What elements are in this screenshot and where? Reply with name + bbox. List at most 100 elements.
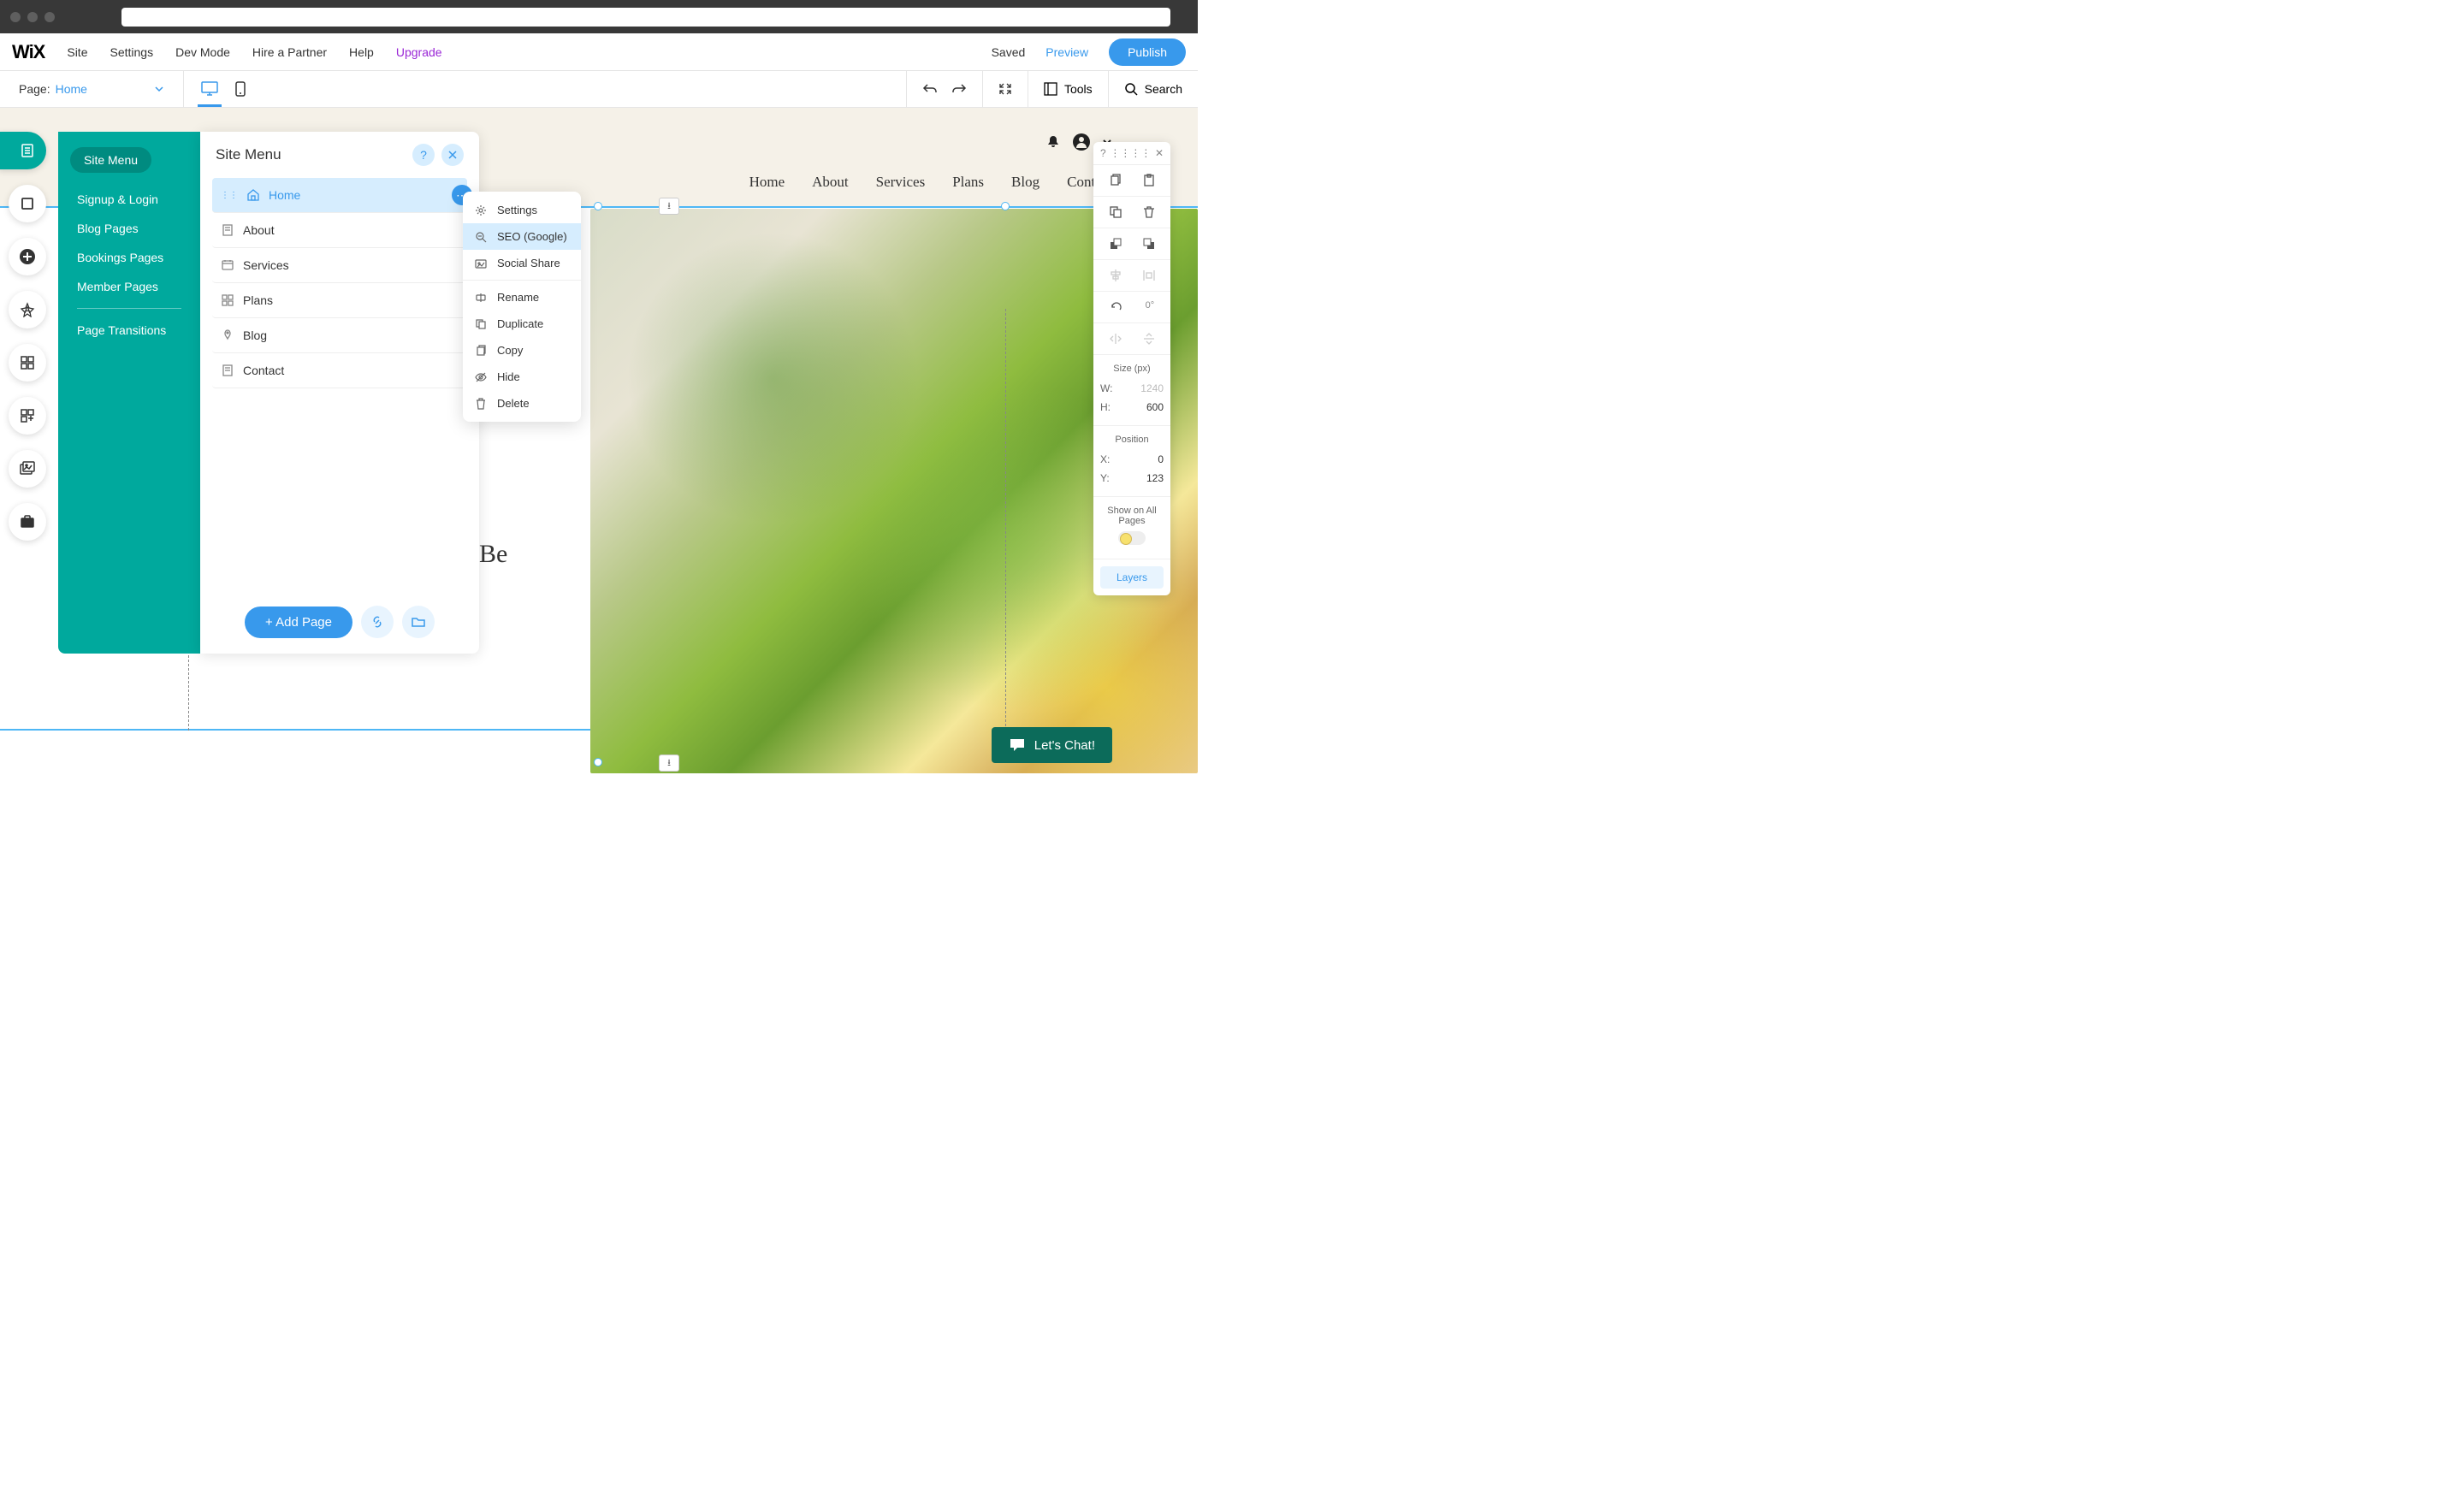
media-tool-button[interactable]	[9, 450, 46, 488]
redo-icon[interactable]	[951, 82, 967, 96]
drag-handle-icon[interactable]: ⋮⋮	[221, 191, 238, 200]
selection-handle[interactable]	[1001, 202, 1010, 210]
category-page-transitions[interactable]: Page Transitions	[58, 316, 200, 345]
page-item-contact[interactable]: Contact	[212, 353, 467, 388]
minimize-window-icon[interactable]	[27, 12, 38, 22]
ctx-label: Delete	[497, 397, 530, 410]
paste-icon[interactable]	[1142, 174, 1156, 187]
show-all-pages-label: Show on All Pages	[1100, 506, 1164, 526]
background-tool-button[interactable]	[9, 185, 46, 222]
app-market-tool-button[interactable]	[9, 344, 46, 382]
category-member-pages[interactable]: Member Pages	[58, 272, 200, 301]
ctx-hide[interactable]: Hide	[463, 364, 581, 390]
copy-icon[interactable]	[1109, 174, 1122, 187]
url-bar[interactable]	[121, 8, 1170, 27]
width-value[interactable]: 1240	[1140, 382, 1164, 394]
page-item-services[interactable]: Services	[212, 248, 467, 283]
ctx-delete[interactable]: Delete	[463, 390, 581, 417]
search-button[interactable]: Search	[1124, 82, 1182, 96]
help-button[interactable]: ?	[412, 144, 435, 166]
drag-handle-icon[interactable]: ⋮⋮⋮⋮	[1110, 147, 1151, 159]
add-folder-button[interactable]	[402, 606, 435, 638]
trash-icon[interactable]	[1142, 205, 1156, 219]
rotation-value: 0°	[1146, 300, 1155, 314]
blog-icon	[221, 328, 234, 342]
nav-home[interactable]: Home	[749, 174, 785, 191]
page-item-plans[interactable]: Plans	[212, 283, 467, 318]
undo-icon[interactable]	[922, 82, 938, 96]
ctx-duplicate[interactable]: Duplicate	[463, 311, 581, 337]
ctx-seo[interactable]: SEO (Google)	[463, 223, 581, 250]
mobile-view-button[interactable]	[235, 71, 246, 107]
height-value[interactable]: 600	[1146, 401, 1164, 413]
page-item-about[interactable]: About	[212, 213, 467, 248]
add-link-button[interactable]	[361, 606, 394, 638]
add-page-button[interactable]: + Add Page	[245, 607, 352, 638]
desktop-view-button[interactable]	[201, 71, 218, 107]
nav-plans[interactable]: Plans	[952, 174, 984, 191]
bell-icon[interactable]	[1045, 134, 1061, 150]
rename-icon	[475, 292, 489, 304]
chat-widget[interactable]: Let's Chat!	[992, 727, 1112, 763]
wix-logo[interactable]: WiX	[12, 41, 44, 63]
preview-button[interactable]: Preview	[1045, 45, 1088, 59]
tools-button[interactable]: Tools	[1044, 82, 1093, 96]
anchor-icon[interactable]: ⭳	[659, 754, 679, 772]
publish-button[interactable]: Publish	[1109, 38, 1186, 66]
menu-hire-partner[interactable]: Hire a Partner	[252, 45, 327, 59]
traffic-lights	[10, 12, 55, 22]
x-value[interactable]: 0	[1158, 453, 1164, 465]
category-blog-pages[interactable]: Blog Pages	[58, 214, 200, 243]
menu-upgrade[interactable]: Upgrade	[396, 45, 442, 59]
bring-forward-icon[interactable]	[1109, 237, 1122, 251]
menu-settings[interactable]: Settings	[110, 45, 153, 59]
page-item-home[interactable]: ⋮⋮ Home ⋯	[212, 178, 467, 213]
menu-help[interactable]: Help	[349, 45, 374, 59]
layers-button[interactable]: Layers	[1100, 566, 1164, 589]
hero-heading: Be	[479, 540, 507, 569]
show-all-pages-toggle[interactable]	[1118, 531, 1146, 545]
send-backward-icon[interactable]	[1142, 237, 1156, 251]
close-window-icon[interactable]	[10, 12, 21, 22]
device-switcher	[184, 71, 263, 107]
avatar-icon[interactable]	[1073, 133, 1090, 151]
page-context-menu: Settings SEO (Google) Social Share Renam…	[463, 192, 581, 422]
zoom-out-icon[interactable]	[998, 82, 1012, 96]
ctx-social-share[interactable]: Social Share	[463, 250, 581, 276]
business-tool-button[interactable]: A	[9, 503, 46, 541]
chat-label: Let's Chat!	[1034, 738, 1095, 753]
page-item-blog[interactable]: Blog	[212, 318, 467, 353]
ctx-copy[interactable]: Copy	[463, 337, 581, 364]
top-menu-bar: WiX Site Settings Dev Mode Hire a Partne…	[0, 33, 1198, 71]
page-label: Page:	[19, 82, 50, 96]
maximize-window-icon[interactable]	[44, 12, 55, 22]
theme-tool-button[interactable]: A	[9, 291, 46, 328]
category-bookings-pages[interactable]: Bookings Pages	[58, 243, 200, 272]
anchor-icon[interactable]: ⭳	[659, 198, 679, 215]
close-icon[interactable]: ✕	[1155, 147, 1164, 159]
delete-icon	[475, 398, 489, 410]
nav-about[interactable]: About	[812, 174, 849, 191]
duplicate-icon[interactable]	[1109, 205, 1122, 219]
page-selector[interactable]: Page: Home	[0, 71, 184, 107]
rotate-icon[interactable]	[1110, 300, 1123, 314]
y-value[interactable]: 123	[1146, 472, 1164, 484]
position-label: Position	[1100, 435, 1164, 445]
help-icon[interactable]: ?	[1100, 147, 1106, 159]
ctx-rename[interactable]: Rename	[463, 284, 581, 311]
category-signup-login[interactable]: Signup & Login	[58, 185, 200, 214]
add-tool-button[interactable]	[9, 238, 46, 275]
nav-blog[interactable]: Blog	[1011, 174, 1040, 191]
selection-handle[interactable]	[594, 758, 602, 766]
pages-tool-button[interactable]	[0, 132, 46, 169]
selection-handle[interactable]	[594, 202, 602, 210]
nav-services[interactable]: Services	[876, 174, 926, 191]
editor-canvas[interactable]: Home About Services Plans Blog Contact B…	[0, 108, 1198, 731]
ctx-settings[interactable]: Settings	[463, 197, 581, 223]
menu-site[interactable]: Site	[67, 45, 87, 59]
my-apps-tool-button[interactable]	[9, 397, 46, 435]
pages-list: ⋮⋮ Home ⋯ About Services Plans Blog	[200, 178, 479, 590]
category-site-menu[interactable]: Site Menu	[70, 147, 151, 173]
close-panel-button[interactable]	[441, 144, 464, 166]
menu-dev-mode[interactable]: Dev Mode	[175, 45, 230, 59]
